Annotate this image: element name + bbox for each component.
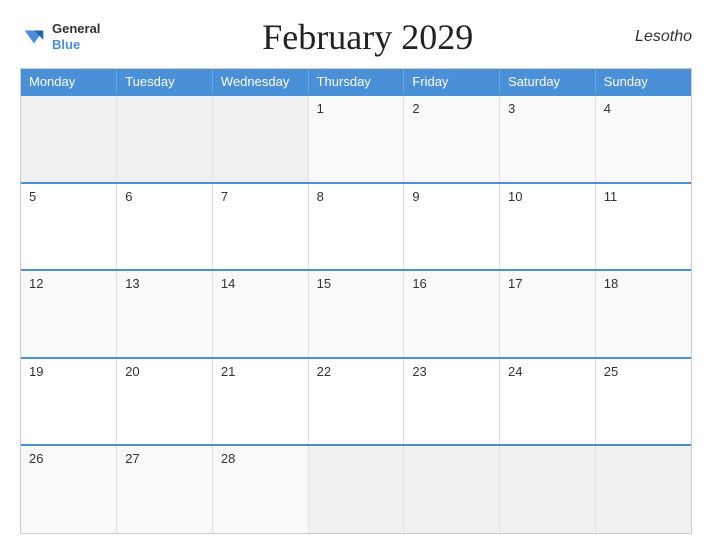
day-cell: 2: [404, 95, 500, 183]
day-cell: 4: [595, 95, 691, 183]
day-number: 13: [125, 276, 139, 291]
page: General Blue February 2029 Lesotho Monda…: [0, 0, 712, 550]
day-cell: 17: [500, 270, 596, 358]
day-cell: 3: [500, 95, 596, 183]
day-cell: 22: [308, 358, 404, 446]
day-number: 2: [412, 101, 419, 116]
week-row-2: 5 6 7 8 9 10 11: [21, 183, 691, 271]
day-cell: [21, 95, 117, 183]
col-wednesday: Wednesday: [212, 69, 308, 95]
day-cell: 18: [595, 270, 691, 358]
day-number: 11: [604, 189, 618, 204]
day-number: 7: [221, 189, 228, 204]
day-number: 19: [29, 364, 43, 379]
day-cell: 14: [212, 270, 308, 358]
day-cell: 8: [308, 183, 404, 271]
day-cell: [212, 95, 308, 183]
col-tuesday: Tuesday: [117, 69, 213, 95]
day-cell: [117, 95, 213, 183]
header: General Blue February 2029 Lesotho: [20, 16, 692, 58]
day-number: 22: [317, 364, 331, 379]
day-number: 17: [508, 276, 522, 291]
day-cell: [595, 445, 691, 533]
day-number: 6: [125, 189, 132, 204]
day-number: 5: [29, 189, 36, 204]
day-cell: [308, 445, 404, 533]
day-cell: 13: [117, 270, 213, 358]
col-sunday: Sunday: [595, 69, 691, 95]
day-cell: 6: [117, 183, 213, 271]
week-row-1: 1 2 3 4: [21, 95, 691, 183]
day-cell: 11: [595, 183, 691, 271]
day-number: 18: [604, 276, 618, 291]
day-cell: 20: [117, 358, 213, 446]
week-row-5: 26 27 28: [21, 445, 691, 533]
day-cell: 7: [212, 183, 308, 271]
day-cell: 9: [404, 183, 500, 271]
logo-general-text: General: [52, 21, 100, 37]
day-number: 10: [508, 189, 522, 204]
day-cell: [500, 445, 596, 533]
col-monday: Monday: [21, 69, 117, 95]
day-number: 15: [317, 276, 331, 291]
calendar: Monday Tuesday Wednesday Thursday Friday…: [20, 68, 692, 534]
generalblue-logo-icon: [20, 23, 48, 51]
day-number: 8: [317, 189, 324, 204]
day-cell: 26: [21, 445, 117, 533]
week-row-4: 19 20 21 22 23 24 25: [21, 358, 691, 446]
day-number: 9: [412, 189, 419, 204]
day-cell: 16: [404, 270, 500, 358]
day-number: 12: [29, 276, 43, 291]
day-cell: 10: [500, 183, 596, 271]
col-friday: Friday: [404, 69, 500, 95]
day-number: 21: [221, 364, 235, 379]
col-saturday: Saturday: [500, 69, 596, 95]
day-number: 27: [125, 451, 139, 466]
day-cell: 23: [404, 358, 500, 446]
calendar-title: February 2029: [262, 16, 473, 58]
day-cell: 28: [212, 445, 308, 533]
day-cell: [404, 445, 500, 533]
days-of-week-row: Monday Tuesday Wednesday Thursday Friday…: [21, 69, 691, 95]
day-cell: 24: [500, 358, 596, 446]
day-cell: 21: [212, 358, 308, 446]
day-number: 16: [412, 276, 426, 291]
calendar-table: Monday Tuesday Wednesday Thursday Friday…: [21, 69, 691, 533]
day-number: 25: [604, 364, 618, 379]
day-cell: 1: [308, 95, 404, 183]
day-number: 3: [508, 101, 515, 116]
day-number: 24: [508, 364, 522, 379]
calendar-header: Monday Tuesday Wednesday Thursday Friday…: [21, 69, 691, 95]
day-cell: 15: [308, 270, 404, 358]
day-cell: 5: [21, 183, 117, 271]
logo: General Blue: [20, 21, 100, 52]
day-number: 23: [412, 364, 426, 379]
day-number: 26: [29, 451, 43, 466]
calendar-body: 1234567891011121314151617181920212223242…: [21, 95, 691, 533]
day-cell: 12: [21, 270, 117, 358]
day-number: 1: [317, 101, 324, 116]
day-number: 4: [604, 101, 611, 116]
col-thursday: Thursday: [308, 69, 404, 95]
day-number: 20: [125, 364, 139, 379]
day-cell: 27: [117, 445, 213, 533]
day-number: 14: [221, 276, 235, 291]
day-number: 28: [221, 451, 235, 466]
country-label: Lesotho: [635, 28, 692, 46]
logo-blue-text: Blue: [52, 37, 100, 53]
week-row-3: 12 13 14 15 16 17 18: [21, 270, 691, 358]
day-cell: 19: [21, 358, 117, 446]
day-cell: 25: [595, 358, 691, 446]
